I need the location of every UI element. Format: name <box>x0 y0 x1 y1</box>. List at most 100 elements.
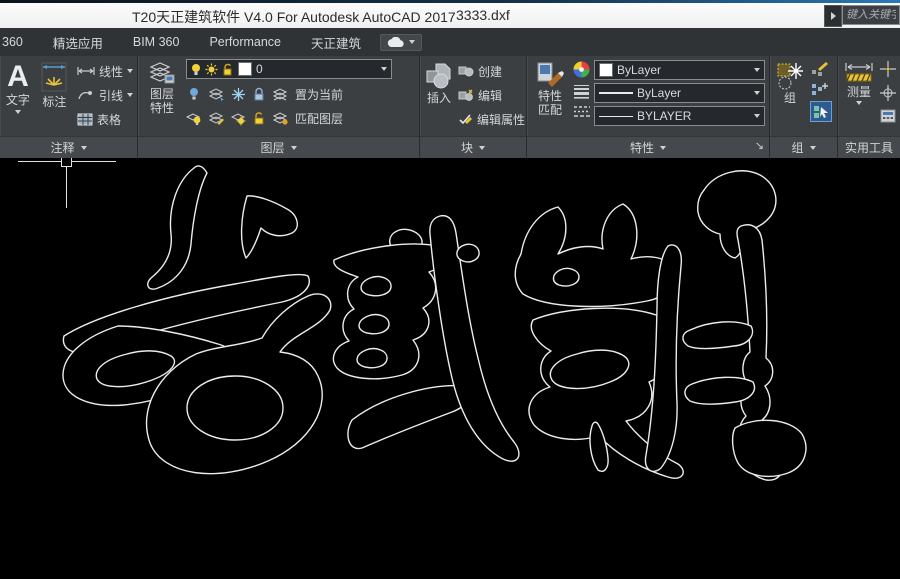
color-value: ByLayer <box>617 63 662 77</box>
layer-isolate-icon[interactable] <box>208 87 225 102</box>
search-expand-button[interactable] <box>824 5 842 27</box>
cloud-menu-button[interactable] <box>380 33 423 51</box>
dimension-button[interactable]: 标注 <box>36 59 73 136</box>
chevron-down-icon <box>856 101 862 105</box>
text-button[interactable]: A 文字 <box>4 59 32 136</box>
chevron-down-icon <box>754 91 760 95</box>
menu-item-tianzheng[interactable]: 天正建筑 <box>296 33 376 52</box>
ribbon-panel-properties: 特性 匹配 ByLayer ByLayer BYLAYER 特性 ↘ <box>527 56 770 158</box>
point-style-icon[interactable] <box>880 85 896 101</box>
linetype-value: BYLAYER <box>637 109 692 123</box>
chevron-down-icon <box>409 40 416 44</box>
layer-properties-icon <box>148 61 176 87</box>
measure-button[interactable]: 测量 <box>842 59 876 136</box>
panel-footer-utilities[interactable]: 实用工具 <box>838 136 900 158</box>
leader-icon <box>77 89 95 101</box>
chevron-down-icon <box>381 67 387 71</box>
ribbon-panel-block: 插入 创建 编辑 编辑属性 块 <box>420 56 527 158</box>
insert-block-icon <box>424 61 454 91</box>
linear-dim-button[interactable]: 线性 <box>77 59 133 83</box>
layer-thaw-icon[interactable] <box>230 111 246 126</box>
layer-off-icon[interactable] <box>186 87 202 102</box>
edit-block-icon <box>458 89 474 101</box>
linetype-combo[interactable]: BYLAYER <box>594 106 765 126</box>
match-layer-button[interactable]: 匹配图层 <box>295 110 343 127</box>
panel-footer-properties[interactable]: 特性 ↘ <box>527 136 769 158</box>
lineweight-sample <box>599 92 633 94</box>
linetype-icon[interactable] <box>573 105 590 118</box>
table-button[interactable]: 表格 <box>77 107 133 131</box>
set-current-button[interactable]: 置为当前 <box>295 86 343 103</box>
layer-unlock-icon[interactable] <box>252 111 266 126</box>
color-wheel-icon[interactable] <box>573 61 590 78</box>
create-block-button[interactable]: 创建 <box>458 59 526 83</box>
document-name: 3333.dxf <box>456 7 510 23</box>
dialog-launcher-icon[interactable]: ↘ <box>755 141 764 152</box>
match-properties-button[interactable]: 特性 匹配 <box>531 59 569 136</box>
chevron-down-icon <box>809 145 816 150</box>
layer-on-icon[interactable] <box>185 111 202 126</box>
title-bar: T20天正建筑软件 V4.0 For Autodesk AutoCAD 2017… <box>0 0 900 28</box>
chevron-down-icon <box>14 110 21 114</box>
group-edit-icon[interactable] <box>810 61 832 77</box>
cloud-icon <box>387 36 405 48</box>
edit-attributes-icon <box>458 113 473 125</box>
edit-attributes-button[interactable]: 编辑属性 <box>458 107 526 131</box>
menu-item-performance[interactable]: Performance <box>194 35 296 49</box>
crosshair-cursor <box>18 156 116 208</box>
panel-footer-layers[interactable]: 图层 <box>138 136 419 158</box>
edit-block-button[interactable]: 编辑 <box>458 83 526 107</box>
panel-footer-block[interactable]: 块 <box>420 136 526 158</box>
measure-icon <box>844 61 874 85</box>
ribbon-panel-annotation: A 文字 标注 线性 引线 表格 注释 <box>0 56 138 158</box>
create-block-icon <box>458 65 474 77</box>
panel-footer-group[interactable]: 组 <box>770 136 837 158</box>
color-swatch <box>599 63 613 77</box>
unlock-icon <box>222 63 234 76</box>
menu-item-360[interactable]: 360 <box>0 35 38 49</box>
layer-set-current-icon[interactable] <box>272 87 289 102</box>
bulb-icon <box>191 63 201 76</box>
chevron-down-icon <box>127 69 133 73</box>
search-input[interactable] <box>842 5 900 25</box>
chevron-down-icon <box>660 145 666 150</box>
calligraphy-outlines <box>62 165 807 481</box>
lineweight-combo[interactable]: ByLayer <box>594 83 765 103</box>
menu-item-featured-apps[interactable]: 精选应用 <box>38 33 118 52</box>
chevron-down-icon <box>754 114 760 118</box>
ribbon-panel-utilities: 测量 实用工具 <box>838 56 900 158</box>
layer-unisolate-icon[interactable] <box>208 111 225 126</box>
chevron-down-icon <box>127 93 133 97</box>
text-icon: A <box>7 60 29 93</box>
group-add-remove-icon[interactable] <box>810 81 832 97</box>
insert-block-button[interactable]: 插入 <box>424 59 454 136</box>
group-icon <box>776 61 804 91</box>
id-point-icon[interactable] <box>880 61 896 77</box>
ribbon-panel-layers: 图层 特性 0 置为当前 匹配图层 图层 <box>138 56 420 158</box>
layer-match-icon[interactable] <box>272 111 289 126</box>
table-icon <box>77 113 93 126</box>
help-search <box>824 5 900 27</box>
layer-select-combo[interactable]: 0 <box>186 59 392 79</box>
color-combo[interactable]: ByLayer <box>594 60 765 80</box>
layer-lock-icon[interactable] <box>252 87 266 102</box>
lineweight-icon[interactable] <box>573 84 590 99</box>
chevron-down-icon <box>290 145 297 150</box>
linetype-sample <box>599 115 633 117</box>
layer-properties-button[interactable]: 图层 特性 <box>142 59 182 136</box>
group-button[interactable]: 组 <box>774 59 806 136</box>
window-title: T20天正建筑软件 V4.0 For Autodesk AutoCAD 2017 <box>132 9 456 25</box>
chevron-down-icon <box>479 145 485 150</box>
ribbon-panel-group: 组 组 <box>770 56 838 158</box>
menu-item-bim360[interactable]: BIM 360 <box>118 35 195 49</box>
leader-button[interactable]: 引线 <box>77 83 133 107</box>
drawing-canvas[interactable] <box>0 156 900 574</box>
layer-freeze-icon[interactable] <box>231 87 246 102</box>
group-selection-toggle-button[interactable] <box>810 101 832 122</box>
linear-dim-icon <box>77 66 95 76</box>
panel-footer-annotation[interactable]: 注释 <box>0 136 137 158</box>
quick-calc-icon[interactable] <box>880 109 896 123</box>
sun-icon <box>205 63 218 76</box>
lineweight-value: ByLayer <box>637 86 682 100</box>
dimension-icon <box>39 61 69 95</box>
